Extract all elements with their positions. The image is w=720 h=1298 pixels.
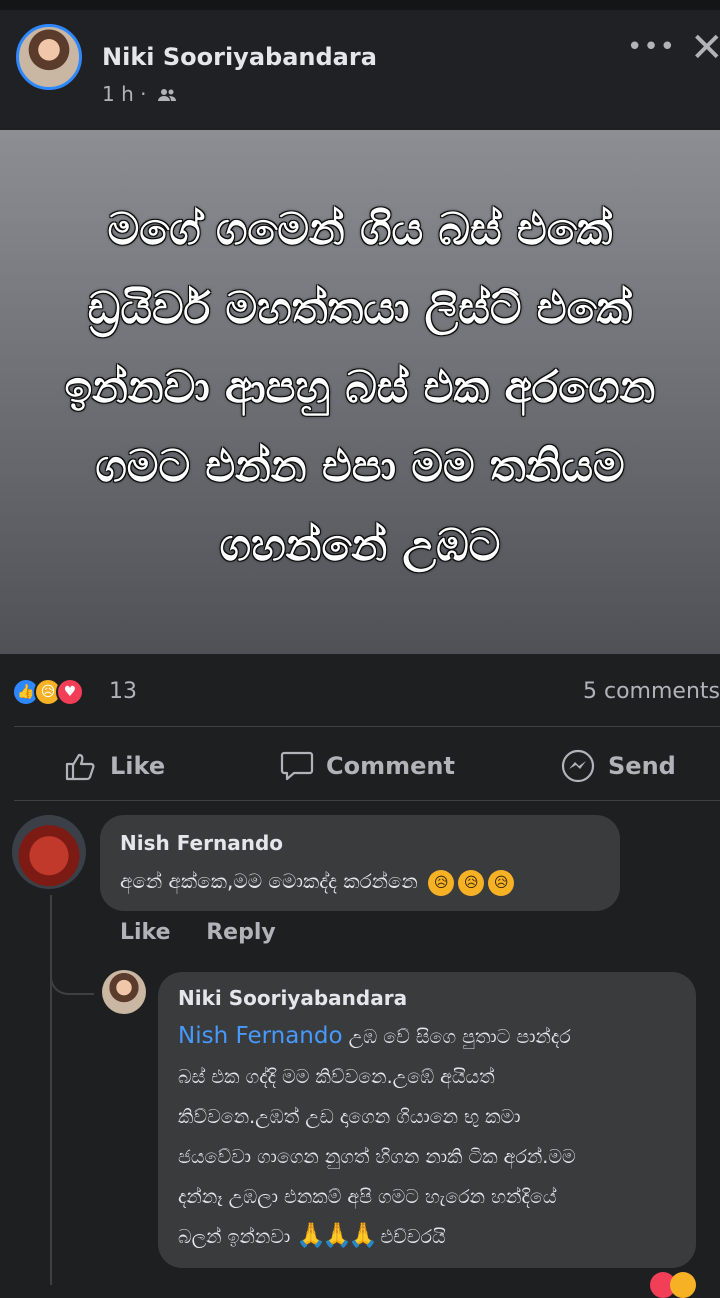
comment-button[interactable]: Comment (280, 748, 455, 784)
send-button[interactable]: Send (560, 748, 676, 784)
mention-link[interactable]: Nish Fernando (178, 1023, 343, 1049)
author-name[interactable]: Niki Sooriyabandara (102, 43, 377, 71)
reply-line: ජයවේවා ගාගෙන නුගත් හිගන නාකි ටික අරන්.මම (178, 1146, 576, 1168)
commenter-name[interactable]: Nish Fernando (120, 831, 283, 855)
reply-bubble: Niki Sooriyabandara Nish Fernando උඹ වේ … (158, 972, 696, 1268)
messenger-icon (561, 749, 595, 783)
comment-like-button[interactable]: Like (120, 920, 171, 945)
comment-text: අනේ අක්කෙ,මම මොකද්ද කරන්නෙ 😥 😥 😥 (120, 869, 515, 896)
comment-bubble: Nish Fernando අනේ අක්කෙ,මම මොකද්ද කරන්නෙ… (100, 815, 620, 911)
thread-connector (50, 955, 94, 995)
comment-label: Comment (326, 752, 455, 780)
post-line: ගහන්නේ උඹට (219, 520, 501, 571)
reaction-count[interactable]: 13 (109, 679, 137, 704)
reply-line: කිව්වනෙ.උඹත් උඩ දාගෙන ගියානෙ භු කමා (178, 1106, 521, 1128)
reply-line: දන්නෑ උඹලා එනකම් අපි ගමට හැරෙන හන්දියේ (178, 1186, 557, 1208)
divider (14, 726, 720, 727)
crying-emoji-icon: 😥 (428, 869, 455, 896)
comment-actions: Like Reply (120, 920, 304, 945)
comments-count[interactable]: 5 comments (583, 679, 720, 704)
send-label: Send (608, 752, 676, 780)
post-meta: 1 h · (102, 82, 177, 108)
folded-hands-icon: 🙏 (322, 1221, 353, 1249)
folded-hands-icon: 🙏 (348, 1221, 379, 1249)
post-line: මගේ ගමෙන් ගිය බස් එකේ (107, 204, 613, 255)
folded-hands-icon: 🙏 (296, 1221, 327, 1249)
reaction-icon (670, 1272, 696, 1298)
status-strip (0, 0, 720, 10)
more-icon[interactable]: ••• (627, 32, 676, 62)
comment-icon (280, 751, 314, 781)
crying-emoji-icon: 😥 (488, 869, 515, 896)
commenter-avatar[interactable] (12, 815, 86, 889)
post-line: ඉන්නවා ආපහු බස් එක අරගෙන (64, 362, 656, 413)
reply-line: Nish Fernando උඹ වේ සිගෙ පුතාට පාන්දර (178, 1016, 688, 1057)
post-text: මගේ ගමෙන් ගිය බස් එකේ ඩ්‍රයිවර් මහත්තයා … (30, 190, 690, 585)
post-time[interactable]: 1 h · (102, 82, 146, 106)
reply-line-text: බලන් ඉන්නවා (178, 1226, 291, 1248)
post-line: ගමට එන්න එපා මම තනියම (95, 441, 625, 492)
crying-emoji-icon: 😥 (458, 869, 485, 896)
reply-tail: එච්චරයි (380, 1226, 446, 1248)
like-icon (65, 753, 95, 781)
reply-author-name[interactable]: Niki Sooriyabandara (178, 986, 407, 1010)
post-line: ඩ්‍රයිවර් මහත්තයා ලිස්ට් එකේ (87, 283, 633, 334)
audience-friends-icon[interactable] (157, 84, 177, 108)
like-label: Like (110, 752, 166, 780)
like-button[interactable]: Like (64, 748, 165, 784)
close-icon[interactable]: ✕ (690, 28, 720, 68)
author-avatar[interactable] (16, 24, 82, 90)
reply-text: Nish Fernando උඹ වේ සිගෙ පුතාට පාන්දර බස… (178, 1016, 688, 1257)
thread-line (50, 995, 52, 1285)
reply-line: බලන් ඉන්නවා 🙏🙏🙏 එච්චරයි (178, 1217, 688, 1257)
divider (14, 800, 720, 801)
reply-line-text: උඹ වේ සිගෙ පුතාට පාන්දර (342, 1026, 571, 1048)
love-reaction-icon: ♥ (56, 678, 84, 706)
reply-avatar[interactable] (102, 970, 146, 1014)
reply-line: බස් එක ගද්දි මම කිව්වනෙ.උඹේ අයියත් (178, 1066, 495, 1088)
comment-reply-button[interactable]: Reply (206, 920, 276, 945)
comment-body: අනේ අක්කෙ,මම මොකද්ද කරන්නෙ (120, 869, 418, 893)
